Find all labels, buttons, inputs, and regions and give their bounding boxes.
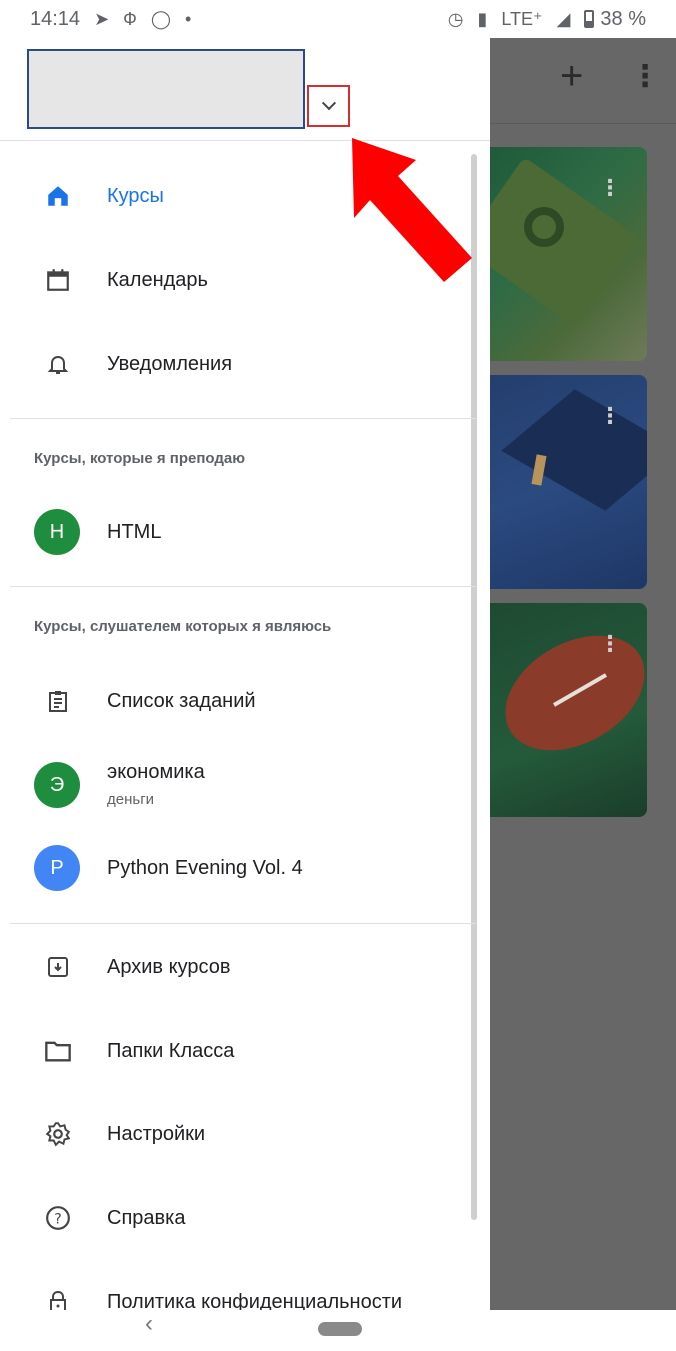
card-more-icon: ⋮ [599,403,621,428]
system-navigation-bar: ‹ [0,1310,676,1351]
add-icon: + [560,54,584,98]
nav-item-archive[interactable]: Архив курсов [0,935,470,999]
background-app-scrim[interactable]: + ⋮ ⋮ ⋮ ⋮ [490,38,676,1310]
card-more-icon: ⋮ [599,175,621,200]
folder-icon [40,1033,76,1069]
nav-item-settings[interactable]: Настройки [0,1102,470,1166]
money-illustration-detail [524,207,564,247]
status-bar: 14:14 ➤ Ф ◯ • ◷ ▮ LTE⁺ ◢ 38 % [0,0,676,38]
nav-label: Календарь [107,268,208,291]
nav-item-todo[interactable]: Список заданий [0,669,470,733]
battery-level: 38 % [600,7,646,30]
instagram-icon: ◯ [150,9,171,29]
divider [10,586,476,587]
gear-icon [40,1116,76,1152]
signal-icon: ◢ [556,9,571,29]
card-more-icon: ⋮ [599,631,621,656]
account-header [0,38,490,141]
telegram-icon: ➤ [94,9,110,29]
section-title-enrolled: Курсы, слушателем которых я являюсь [34,618,332,635]
account-switcher-button[interactable] [307,85,350,127]
status-right: ◷ ▮ LTE⁺ ◢ 38 % [448,8,646,31]
archive-icon [40,949,76,985]
nav-label: Список заданий [107,689,256,712]
nav-label: Настройки [107,1122,206,1145]
home-icon [40,178,76,214]
course-card-background: ⋮ [490,603,647,817]
more-vert-icon: ⋮ [630,60,660,93]
status-time: 14:14 [30,7,81,30]
course-card-background: ⋮ [490,375,647,589]
avatar: P [34,845,80,891]
course-subtitle: деньги [107,791,155,808]
divider [10,418,476,419]
more-notifications-icon: • [185,9,192,29]
battery: 38 % [584,8,646,31]
nav-label: Архив курсов [107,955,231,978]
bell-icon [40,346,76,382]
nav-label: Папки Класса [107,1039,235,1062]
course-name: Python Evening Vol. 4 [107,856,303,879]
lock-icon [40,1284,76,1310]
chevron-down-icon [321,96,336,111]
account-info-redacted[interactable] [27,49,305,129]
assignment-icon [40,683,76,719]
course-item-python[interactable]: P Python Evening Vol. 4 [0,836,470,900]
nav-item-folders[interactable]: Папки Класса [0,1019,470,1083]
nav-label: Уведомления [107,352,233,375]
home-pill-button[interactable] [318,1322,362,1336]
nav-label: Справка [107,1206,186,1229]
background-toolbar: + ⋮ [490,38,676,124]
vibrate-icon: ▮ [477,9,488,29]
course-item-html[interactable]: H HTML [0,500,470,564]
back-icon[interactable]: ‹ [145,1312,153,1336]
divider [10,923,476,924]
section-title-teaching: Курсы, которые я преподаю [34,450,246,467]
graduation-cap-illustration [501,389,647,511]
course-item-economics[interactable]: Э экономика деньги [0,753,470,817]
course-card-background: ⋮ [490,147,647,361]
battery-icon [584,10,595,28]
nav-label: Курсы [107,184,164,207]
nav-item-help[interactable]: ? Справка [0,1186,470,1250]
calendar-icon [40,262,76,298]
course-name: экономика [107,761,205,783]
app-notification-icon: Ф [123,9,137,29]
help-icon: ? [40,1200,76,1236]
course-name: HTML [107,520,162,543]
nav-item-notifications[interactable]: Уведомления [0,332,470,396]
status-left: 14:14 ➤ Ф ◯ • [30,8,191,31]
avatar: Э [34,762,80,808]
annotation-arrow [352,138,472,282]
network-type: LTE⁺ [501,9,543,29]
nav-item-privacy[interactable]: Политика конфиденциальности [0,1270,470,1310]
nav-label: Политика конфиденциальности [107,1290,403,1311]
drawer-scrollbar[interactable] [471,154,477,1220]
avatar: H [34,509,80,555]
alarm-icon: ◷ [447,9,464,29]
svg-text:?: ? [54,1211,61,1227]
